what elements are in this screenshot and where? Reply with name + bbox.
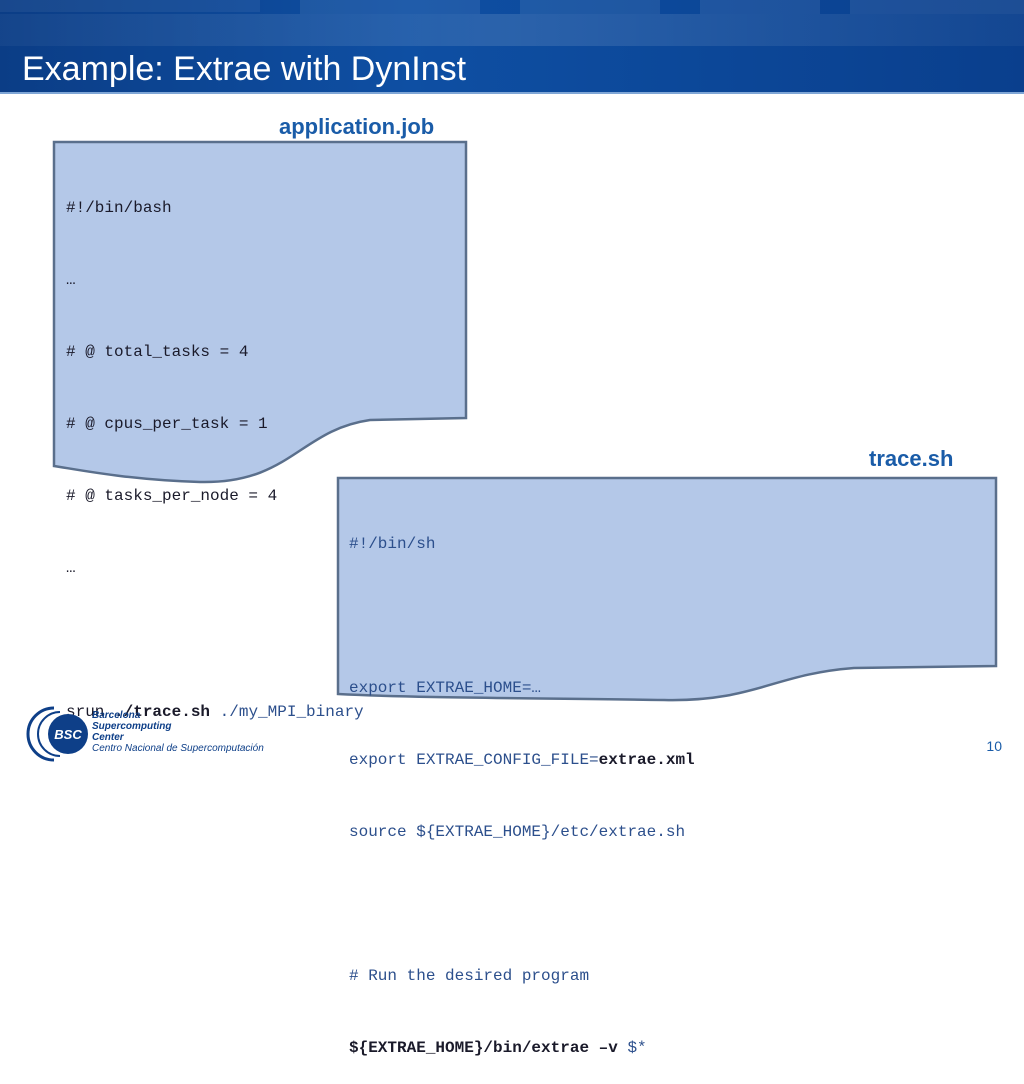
config-file-name: extrae.xml bbox=[598, 751, 695, 769]
code-line: export EXTRAE_HOME=… bbox=[349, 679, 542, 697]
code-line: # @ cpus_per_task = 1 bbox=[66, 415, 268, 433]
header-band bbox=[0, 0, 260, 12]
trace-sh-label: trace.sh bbox=[869, 446, 954, 471]
application-job-label: application.job bbox=[279, 114, 435, 139]
application-job-code: #!/bin/bash … # @ total_tasks = 4 # @ cp… bbox=[66, 148, 364, 748]
header-divider bbox=[0, 92, 1024, 94]
code-line: … bbox=[66, 559, 76, 577]
logo-emblem-text: BSC bbox=[54, 727, 82, 742]
header-band bbox=[300, 0, 480, 14]
header-stripe bbox=[0, 14, 1024, 46]
code-line: # @ total_tasks = 4 bbox=[66, 343, 249, 361]
code-line: #!/bin/bash bbox=[66, 199, 172, 217]
logo-line: Supercomputing bbox=[92, 721, 172, 732]
code-line: # @ tasks_per_node = 4 bbox=[66, 487, 278, 505]
code-line: ${EXTRAE_HOME}/bin/extrae –v $* bbox=[349, 1036, 695, 1060]
header-band bbox=[520, 0, 660, 14]
header-band bbox=[850, 0, 1024, 14]
code-line: … bbox=[66, 271, 76, 289]
extrae-launcher: ${EXTRAE_HOME}/bin/extrae –v bbox=[349, 1039, 618, 1057]
logo-line: Barcelona bbox=[92, 710, 141, 721]
code-line: #!/bin/sh bbox=[349, 535, 436, 553]
slide-header: Example: Extrae with DynInst bbox=[0, 0, 1024, 92]
code-line: # Run the desired program bbox=[349, 967, 590, 985]
code-line: source ${EXTRAE_HOME}/etc/extrae.sh bbox=[349, 823, 686, 841]
bsc-logo-text: Barcelona Supercomputing Center Centro N… bbox=[92, 710, 264, 754]
code-line: export EXTRAE_CONFIG_FILE=extrae.xml bbox=[349, 748, 695, 772]
logo-line: Center bbox=[92, 732, 124, 743]
slide-title: Example: Extrae with DynInst bbox=[22, 50, 467, 88]
trace-sh-code: #!/bin/sh export EXTRAE_HOME=… export EX… bbox=[349, 484, 695, 1084]
header-band bbox=[700, 0, 820, 14]
config-export: export EXTRAE_CONFIG_FILE= bbox=[349, 751, 599, 769]
logo-subtitle: Centro Nacional de Supercomputación bbox=[92, 743, 264, 754]
program-args: $* bbox=[617, 1039, 647, 1057]
page-number: 10 bbox=[986, 738, 1002, 754]
